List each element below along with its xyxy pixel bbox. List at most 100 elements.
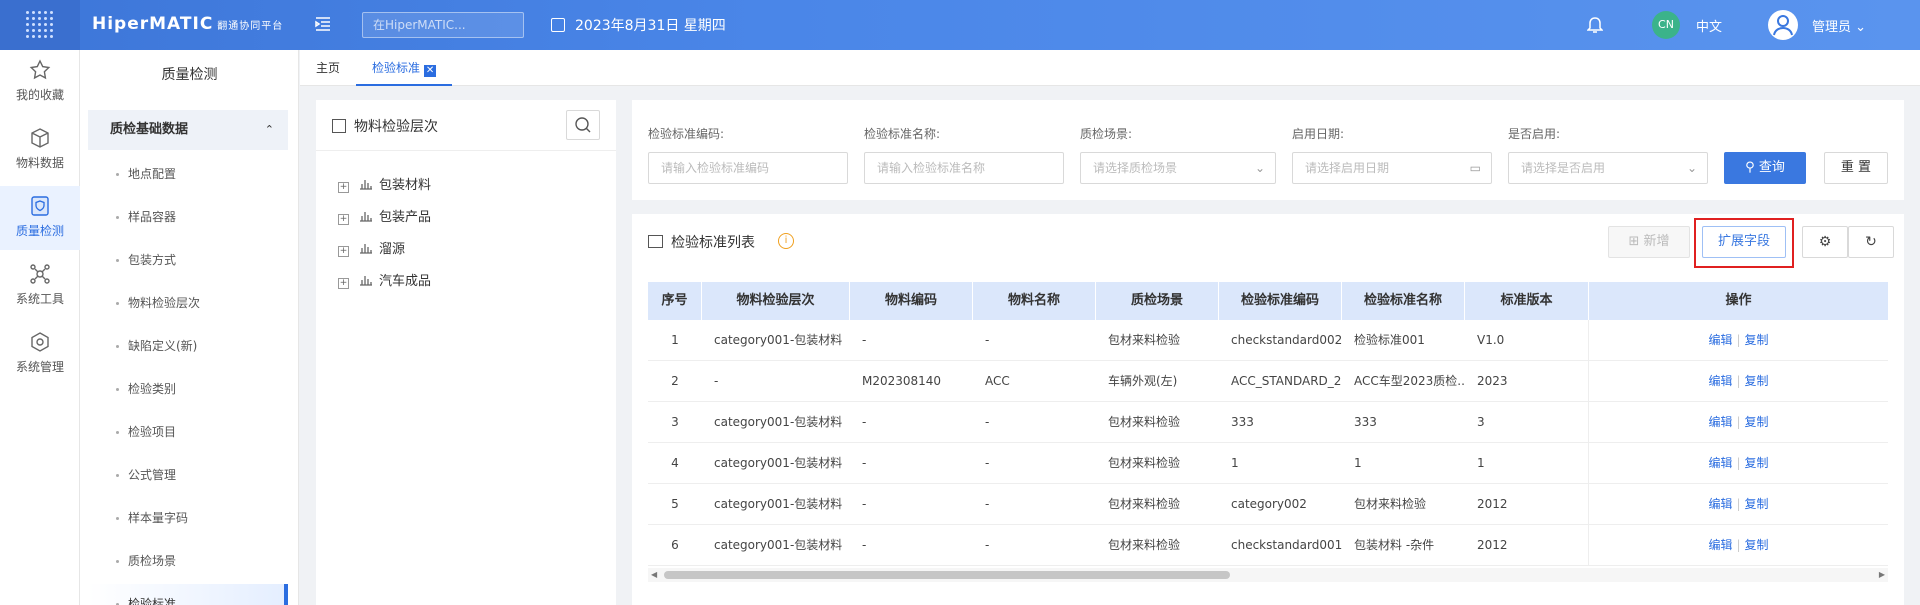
info-icon[interactable]: i [778,233,794,249]
table-row[interactable]: 1 category001-包装材料 - - 包材来料检验 checkstand… [648,320,1888,361]
edit-link[interactable]: 编辑 [1708,538,1732,552]
tab-home[interactable]: 主页 [316,50,340,86]
table-row[interactable]: 6 category001-包装材料 - - 包材来料检验 checkstand… [648,525,1888,566]
close-icon[interactable]: ✕ [424,65,437,77]
name-input[interactable]: 请输入检验标准名称 [864,152,1064,184]
expand-icon[interactable]: + [338,246,349,257]
table-row[interactable]: 5 category001-包装材料 - - 包材来料检验 category00… [648,484,1888,525]
bell-icon[interactable] [1586,16,1604,34]
table-cell: 1 [1354,456,1362,470]
search-icon: ⚲ [1745,160,1755,175]
tree-node-finished-car[interactable]: + 汽车成品 [338,272,431,292]
app-grid-logo[interactable] [0,0,80,50]
table-cell: 包材来料检验 [1108,333,1181,347]
language-badge[interactable]: CN [1652,11,1680,39]
tree-node-packaging-product[interactable]: + 包装产品 [338,208,431,228]
submenu-group-basic-data[interactable]: 质检基础数据 ⌃ [88,110,288,150]
table-cell: checkstandard002 [1231,333,1342,347]
submenu-item-inspection-category[interactable]: 检验类别 [88,369,288,409]
edit-link[interactable]: 编辑 [1708,333,1732,347]
column-header: 物料检验层次 [702,282,850,320]
submenu-item-sample-code[interactable]: 样本量字码 [88,498,288,538]
submenu-item-defect[interactable]: 缺陷定义(新) [88,326,288,366]
table-cell: - [862,456,867,470]
submenu-item-inspection-item[interactable]: 检验项目 [88,412,288,452]
copy-link[interactable]: 复制 [1745,497,1769,511]
column-header: 标准版本 [1500,293,1553,308]
expand-icon[interactable]: + [338,214,349,225]
submenu-item-location[interactable]: 地点配置 [88,154,288,194]
box-icon [31,332,49,352]
bar-chart-icon [360,180,372,190]
table-cell: 4 [671,456,679,470]
horizontal-scrollbar[interactable]: ◀ ▶ [648,568,1888,582]
copy-link[interactable]: 复制 [1745,415,1769,429]
submenu-item-scene[interactable]: 质检场景 [88,541,288,581]
extend-fields-button[interactable]: 扩展字段 [1702,226,1786,258]
table-icon [648,235,663,248]
module-system-tools[interactable]: 系统工具 [0,254,80,318]
edit-link[interactable]: 编辑 [1708,456,1732,470]
scroll-right-icon[interactable]: ▶ [1879,568,1885,582]
expand-icon[interactable]: + [338,278,349,289]
top-header: HiperMATIC 翻通协同平台 在HiperMATIC... 2023年8月3… [0,0,1920,50]
table-row[interactable]: 4 category001-包装材料 - - 包材来料检验 1 1 1 编辑 | 复… [648,443,1888,484]
brand-logo: HiperMATIC 翻通协同平台 [92,14,284,34]
tab-inspection-standard[interactable]: 检验标准 ✕ [356,50,453,86]
filter-panel: 检验标准编码: 请输入检验标准编码 检验标准名称: 请输入检验标准名称 质检场景… [632,100,1904,200]
submenu-item-sample-container[interactable]: 样品容器 [88,197,288,237]
copy-link[interactable]: 复制 [1745,538,1769,552]
module-quality-inspection[interactable]: 质量检测 [0,186,80,250]
table-cell: - [862,333,867,347]
add-button[interactable]: ⊞ 新增 [1608,226,1690,258]
code-input[interactable]: 请输入检验标准编码 [648,152,848,184]
submenu-item-material-level[interactable]: 物料检验层次 [88,283,288,323]
language-switch[interactable]: 中文 [1696,16,1722,35]
scene-select[interactable]: 请选择质检场景 ⌄ [1080,152,1276,184]
refresh-button[interactable]: ↻ [1848,226,1894,258]
table-cell: 2012 [1477,497,1508,511]
query-button[interactable]: ⚲ 查询 [1724,152,1806,184]
table-cell: category002 [1231,497,1307,511]
copy-link[interactable]: 复制 [1745,333,1769,347]
table-cell: - [862,497,867,511]
submenu-item-formula[interactable]: 公式管理 [88,455,288,495]
edit-link[interactable]: 编辑 [1708,497,1732,511]
column-header: 物料名称 [973,282,1096,320]
edit-link[interactable]: 编辑 [1708,415,1732,429]
user-avatar[interactable] [1768,10,1798,40]
module-system-admin[interactable]: 系统管理 [0,322,80,386]
user-menu[interactable]: 管理员 ⌄ [1812,16,1866,35]
reset-button[interactable]: 重 置 [1824,152,1888,184]
copy-link[interactable]: 复制 [1745,374,1769,388]
table-row[interactable]: 3 category001-包装材料 - - 包材来料检验 333 333 3 … [648,402,1888,443]
module-material-data[interactable]: 物料数据 [0,118,80,182]
column-header: 质检场景 [1096,282,1219,320]
submenu-item-inspection-standard[interactable]: 检验标准 [88,584,288,605]
current-date: 2023年8月31日 星期四 [551,15,726,35]
copy-link[interactable]: 复制 [1745,456,1769,470]
table-cell: 车辆外观(左) [1108,374,1178,388]
edit-link[interactable]: 编辑 [1708,374,1732,388]
enabled-select[interactable]: 请选择是否启用 ⌄ [1508,152,1708,184]
settings-button[interactable]: ⚙ [1802,226,1848,258]
tree-node-source[interactable]: + 溜源 [338,240,405,260]
submenu-item-packaging[interactable]: 包装方式 [88,240,288,280]
table-cell: 包材来料检验 [1108,456,1181,470]
table-cell: 2 [671,374,679,388]
scrollbar-thumb[interactable] [664,571,1230,579]
scroll-left-icon[interactable]: ◀ [651,568,657,582]
global-search-input[interactable]: 在HiperMATIC... [362,12,524,38]
table-row[interactable]: 2 - M202308140 ACC 车辆外观(左) ACC_STANDARD_… [648,361,1888,402]
list-title: 检验标准列表 [648,232,755,252]
date-picker[interactable]: 请选择启用日期 ▭ [1292,152,1492,184]
table-cell: - [985,497,990,511]
expand-icon[interactable]: + [338,182,349,193]
module-favorites[interactable]: 我的收藏 [0,50,80,114]
code-label: 检验标准编码: [648,127,725,141]
menu-collapse-icon[interactable] [314,15,334,35]
table-cell: 5 [671,497,679,511]
tree-search-button[interactable] [566,110,600,140]
tree-node-packaging-material[interactable]: + 包装材料 [338,176,431,196]
column-header: 操作 [1588,282,1888,320]
